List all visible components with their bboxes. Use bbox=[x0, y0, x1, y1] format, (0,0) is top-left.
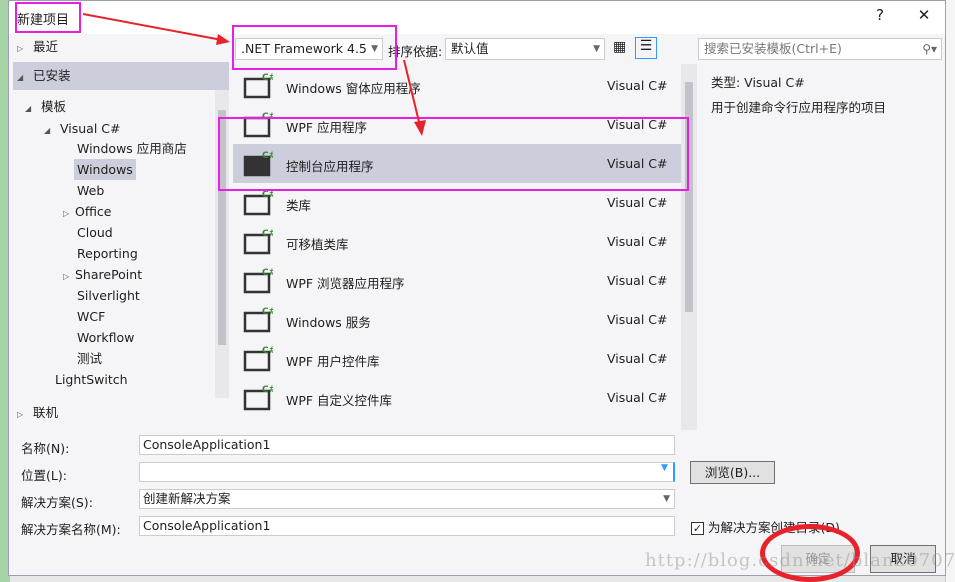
annotation-circle-ok bbox=[760, 524, 860, 582]
annotation-arrows bbox=[82, 13, 426, 136]
